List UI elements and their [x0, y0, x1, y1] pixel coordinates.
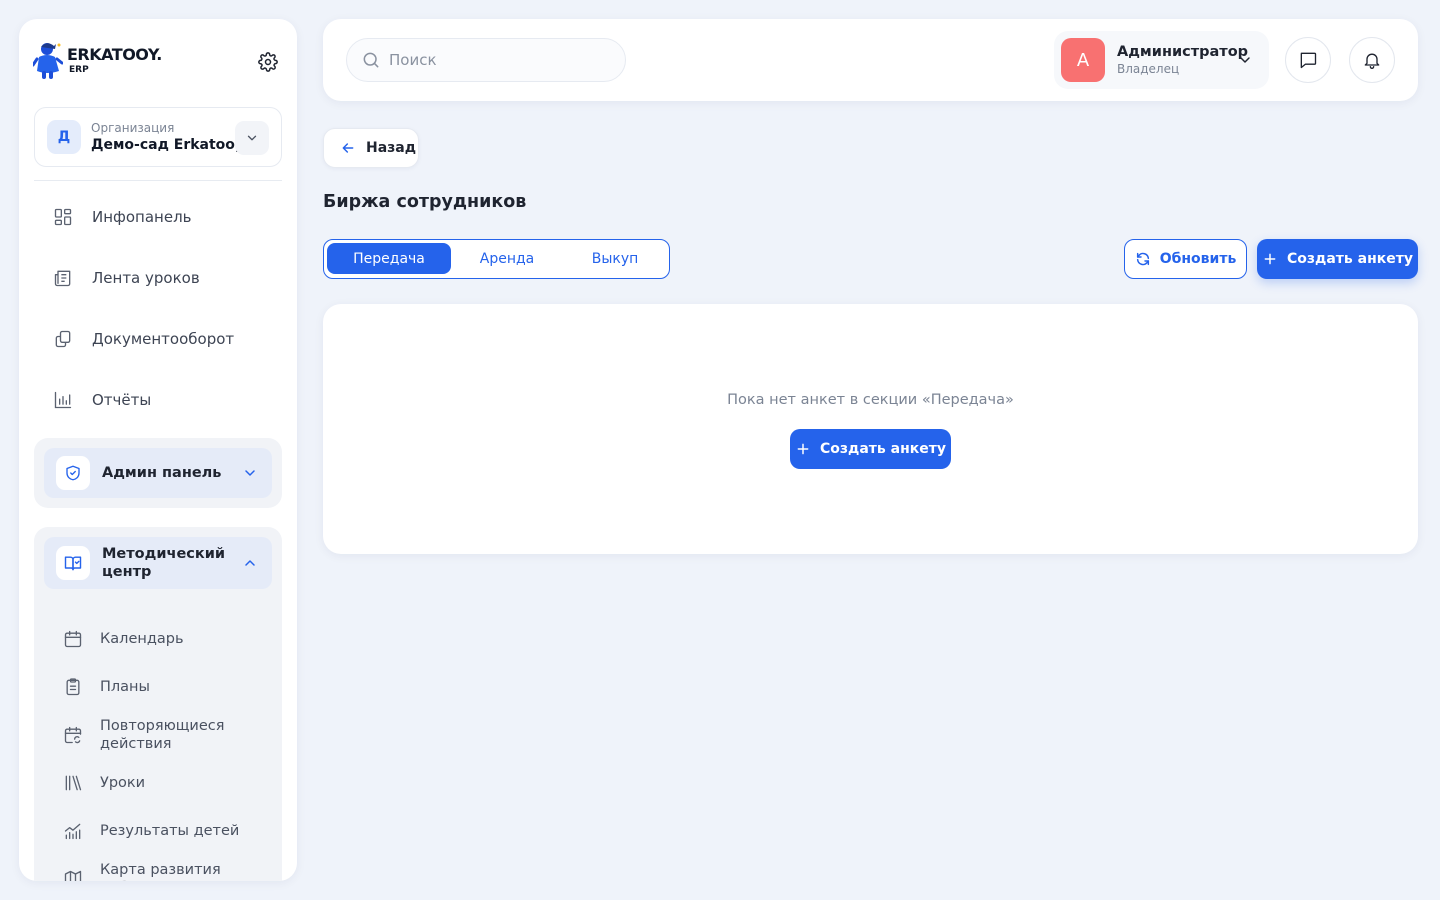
page-title: Биржа сотрудников: [323, 192, 527, 212]
documents-icon: [55, 330, 71, 348]
brand-sub: ERP: [69, 65, 89, 75]
admin-panel-label: Админ панель: [102, 465, 222, 481]
refresh-label: Обновить: [1159, 251, 1237, 267]
bar-chart-icon: [54, 391, 72, 409]
user-menu[interactable]: A Администратор Владелец: [1054, 31, 1269, 89]
sidebar-item-reports[interactable]: Отчёты: [52, 385, 151, 415]
brand-logo[interactable]: ERKATOOY. ERP: [33, 41, 162, 81]
sidebar-item-documents[interactable]: Документооборот: [52, 324, 234, 354]
sidebar-item-label: Повторяющиеся действия: [100, 718, 225, 752]
sidebar-divider: [34, 180, 282, 181]
clipboard-icon: [66, 678, 80, 696]
method-center-label: Методический центр: [102, 546, 226, 580]
arrow-left-icon: [342, 143, 354, 153]
chevron-down-icon: [247, 135, 257, 141]
book-open-icon: [64, 556, 82, 571]
gear-icon: [258, 52, 278, 72]
sidebar-item-plans[interactable]: Планы: [62, 676, 150, 698]
chevron-up-icon: [245, 560, 255, 566]
sidebar-item-label: Результаты детей: [100, 823, 240, 839]
sidebar-item-lessons[interactable]: Уроки: [62, 772, 145, 794]
calendar-icon: [64, 630, 82, 648]
method-center-group: Методический центр Календарь Планы Повто…: [34, 527, 282, 881]
empty-state-text: Пока нет анкет в секции «Передача»: [727, 392, 1014, 408]
create-form-button[interactable]: Создать анкету: [1257, 239, 1418, 279]
tab-rent[interactable]: Аренда: [451, 243, 563, 274]
admin-group: Админ панель: [34, 438, 282, 508]
map-icon: [64, 870, 82, 881]
org-name: Демо-сад Erkatooy: [91, 137, 245, 153]
plus-icon: [797, 443, 809, 455]
tab-transfer[interactable]: Передача: [327, 243, 451, 274]
method-center-toggle[interactable]: Методический центр: [44, 537, 272, 589]
back-label: Назад: [366, 140, 417, 156]
avatar: A: [1061, 38, 1105, 82]
org-badge: Д: [47, 120, 81, 154]
sidebar-item-label: Планы: [100, 679, 150, 695]
sidebar-item-label: Карта развития ребенка: [100, 862, 221, 881]
sidebar-item-label: Документооборот: [92, 330, 235, 348]
empty-create-form-button[interactable]: Создать анкету: [790, 429, 951, 469]
back-button[interactable]: Назад: [323, 128, 419, 168]
library-icon: [65, 775, 82, 791]
settings-button[interactable]: [257, 51, 279, 73]
sidebar-item-label: Инфопанель: [92, 208, 192, 226]
search-icon: [363, 52, 379, 68]
sidebar-item-calendar[interactable]: Календарь: [62, 628, 184, 650]
chevron-down-icon: [1240, 57, 1250, 63]
chart-line-icon: [64, 823, 81, 840]
calendar-repeat-icon: [64, 726, 82, 744]
sidebar: ERKATOOY. ERP Д Организация Демо-сад Erk…: [19, 19, 297, 881]
sidebar-item-label: Уроки: [100, 775, 146, 791]
sidebar-item-children-results[interactable]: Результаты детей: [62, 820, 239, 842]
mascot-logo-icon: [33, 43, 63, 79]
search-input[interactable]: [389, 51, 609, 69]
sidebar-item-recurring-actions[interactable]: Повторяющиеся действия: [62, 717, 230, 753]
tab-buyout[interactable]: Выкуп: [563, 243, 667, 274]
sidebar-item-label: Лента уроков: [92, 269, 200, 287]
search-box[interactable]: [346, 38, 626, 82]
chevron-down-icon: [245, 470, 255, 476]
sidebar-item-label: Календарь: [100, 631, 184, 647]
newspaper-icon: [54, 270, 71, 287]
topbar: A Администратор Владелец: [323, 19, 1418, 101]
create-label: Создать анкету: [1287, 251, 1413, 267]
sidebar-item-lessons-feed[interactable]: Лента уроков: [52, 263, 200, 293]
empty-create-label: Создать анкету: [820, 441, 946, 457]
shield-check-icon: [66, 465, 80, 481]
messages-button[interactable]: [1285, 37, 1331, 83]
sidebar-item-development-map[interactable]: Карта развития ребенка: [62, 861, 230, 881]
content-panel: Пока нет анкет в секции «Передача» Созда…: [323, 304, 1418, 554]
brand-name: ERKATOOY.: [67, 45, 162, 64]
bell-icon: [1364, 53, 1380, 69]
refresh-button[interactable]: Обновить: [1124, 239, 1247, 279]
plus-icon: [1264, 253, 1276, 265]
section-tabs: Передача Аренда Выкуп: [323, 239, 670, 279]
admin-panel-toggle[interactable]: Админ панель: [44, 448, 272, 498]
user-name: Администратор: [1117, 44, 1249, 60]
refresh-icon: [1136, 252, 1149, 266]
grid-icon: [54, 208, 72, 226]
chat-icon: [1300, 52, 1317, 69]
org-label: Организация: [91, 121, 175, 135]
user-role: Владелец: [1117, 62, 1180, 76]
sidebar-item-infopanel[interactable]: Инфопанель: [52, 202, 192, 232]
organization-selector[interactable]: Д Организация Демо-сад Erkatooy: [34, 107, 282, 167]
org-dropdown-button[interactable]: [235, 121, 269, 155]
sidebar-item-label: Отчёты: [92, 391, 152, 409]
notifications-button[interactable]: [1349, 37, 1395, 83]
